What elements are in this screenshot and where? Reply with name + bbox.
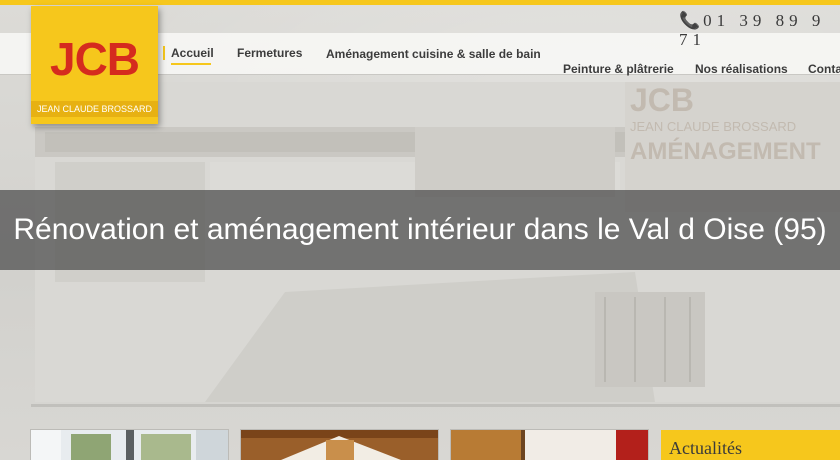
news-sidebar: Actualités <box>661 430 840 460</box>
phone-number-text: 01 39 89 9 71 <box>679 11 826 49</box>
thumbnail-image <box>451 430 648 460</box>
section-divider <box>31 404 840 407</box>
hero-banner: Rénovation et aménagement intérieur dans… <box>0 190 840 270</box>
nav-item-peinture[interactable]: Peinture & plâtrerie <box>563 62 674 76</box>
thumbnail-image <box>241 430 438 460</box>
thumbnail-cuisine[interactable] <box>241 430 438 460</box>
nav-item-accueil[interactable]: Accueil <box>163 46 214 65</box>
nav-item-amenagement-cuisine[interactable]: Aménagement cuisine & salle de bain <box>326 47 541 61</box>
logo-text: JCB <box>49 33 140 85</box>
hero-sign-line3: AMÉNAGEMENT <box>630 138 821 165</box>
phone-icon: 📞 <box>679 11 701 30</box>
phone-number[interactable]: 📞 01 39 89 9 71 <box>679 11 840 49</box>
nav-item-contact[interactable]: Conta <box>808 62 840 76</box>
nav-item-realisations[interactable]: Nos réalisations <box>695 62 788 76</box>
page-title: Rénovation et aménagement intérieur dans… <box>13 213 827 246</box>
hero-background-sign: JCB JEAN CLAUDE BROSSARD AMÉNAGEMENT <box>630 82 821 167</box>
jcb-logo[interactable]: JCB JEAN CLAUDE BROSSARD <box>31 6 158 124</box>
nav-item-fermetures[interactable]: Fermetures <box>237 46 302 60</box>
thumbnail-fermetures[interactable] <box>31 430 228 460</box>
logo-subtitle: JEAN CLAUDE BROSSARD <box>31 101 158 117</box>
news-title: Actualités <box>669 438 742 458</box>
thumbnail-image <box>31 430 228 460</box>
hero-sign-line1: JCB <box>630 82 695 118</box>
thumbnail-peinture[interactable] <box>451 430 648 460</box>
hero-sign-line2: JEAN CLAUDE BROSSARD <box>630 119 797 134</box>
